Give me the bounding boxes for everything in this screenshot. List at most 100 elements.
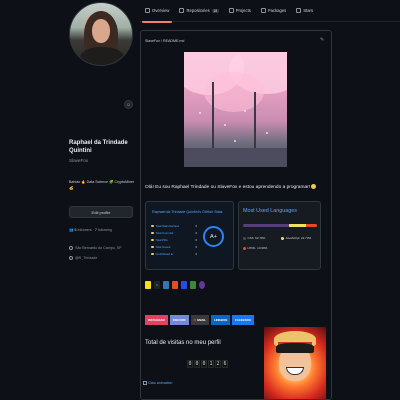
language-bar-segment <box>289 224 307 227</box>
twitter-row: @R_Trindade <box>69 256 97 260</box>
profile-name: Raphael da Trindade Quintini <box>69 140 128 154</box>
set-status-button[interactable]: ☺ <box>124 100 133 109</box>
counter-digit: 1 <box>208 360 214 368</box>
stat-row: Total PRs: 0 <box>151 238 197 242</box>
tab-stars[interactable]: Stars <box>291 0 318 22</box>
instagram-label: INSTAGRAM <box>148 318 165 322</box>
html-color-dot <box>243 246 246 250</box>
github-stats-card[interactable]: Raphael da Trindade Quintini's GitHub St… <box>145 201 234 270</box>
visits-heading: Total de visitas no meu perfil <box>145 340 221 346</box>
language-item: CSS 62.79% <box>243 236 265 240</box>
following-count[interactable]: 7 <box>95 228 97 232</box>
smiley-icon: ☺ <box>125 101 132 108</box>
location-row: São Bernardo do Campo, SP <box>69 246 122 250</box>
redux-icon <box>199 281 205 289</box>
language-bar-segment <box>306 224 317 227</box>
discord-badge[interactable]: DISCORD <box>169 315 189 325</box>
language-bar-segment <box>243 224 290 227</box>
stat-value: 0 <box>195 224 197 228</box>
language-percent: 62.79% <box>255 236 266 240</box>
react-icon: ⚛ <box>154 281 160 289</box>
waving-hand-icon <box>311 184 317 189</box>
repo-icon <box>179 8 185 13</box>
css-color-dot <box>243 236 246 240</box>
pencil-icon[interactable]: ✎ <box>320 38 325 43</box>
profile-tab-bar: Overview Repositories 18 Projects Packag… <box>140 0 400 23</box>
stat-row: Contributed to: 0 <box>151 252 197 256</box>
instagram-badge[interactable]: INSTAGRAM <box>145 315 168 325</box>
tab-repositories[interactable]: Repositories 18 <box>174 0 223 22</box>
readme-path[interactable]: SlaveFox / README.md <box>145 39 184 43</box>
clock-icon <box>151 231 154 235</box>
stat-label: Contributed to: <box>155 252 174 256</box>
pull-request-icon <box>151 238 154 242</box>
counter-digit: 2 <box>215 360 221 368</box>
gmail-badge[interactable]: M GMAIL <box>190 315 209 325</box>
tab-overview[interactable]: Overview <box>140 0 174 23</box>
broken-gif: Gato animation <box>143 381 172 385</box>
stat-value: 0 <box>195 245 197 249</box>
tech-icons-row: ⚛ <box>145 281 205 289</box>
tab-packages[interactable]: Packages <box>256 0 291 22</box>
stat-label: Total Issues: <box>155 245 172 249</box>
gmail-label: GMAIL <box>196 318 206 322</box>
star-icon <box>151 224 154 228</box>
counter-digit: 0 <box>194 360 200 368</box>
avatar[interactable] <box>69 2 133 66</box>
stats-title: Raphael da Trindade Quintini's GitHub St… <box>152 210 223 214</box>
language-name: HTML <box>247 246 256 250</box>
tab-packages-label: Packages <box>267 8 287 13</box>
luffy-anime-image <box>264 327 326 399</box>
location-pin-icon <box>69 246 73 250</box>
facebook-label: FACEBOOK <box>235 318 252 322</box>
following-label[interactable]: following <box>98 228 112 232</box>
language-item: JavaScript 22.73% <box>281 236 311 240</box>
profile-login: SlaveFox <box>69 158 89 163</box>
location-text: São Bernardo do Campo, SP <box>75 246 122 250</box>
counter-digit: 0 <box>187 360 193 368</box>
rank-grade: A+ <box>210 233 217 240</box>
profile-readme: SlaveFox / README.md ✎ Olá! Eu sou Rapha… <box>140 30 332 400</box>
stat-row: Total Commits: 0 <box>151 231 197 235</box>
html5-icon <box>172 281 178 289</box>
repo-icon <box>151 252 154 256</box>
language-percent: 13.99% <box>257 246 268 250</box>
stat-value: 0 <box>195 231 197 235</box>
twitter-link[interactable]: @R_Trindade <box>75 256 97 260</box>
tab-overview-label: Overview <box>152 8 170 13</box>
top-languages-card[interactable]: Most Used Languages CSS 62.79% JavaScrip… <box>238 201 321 270</box>
twitter-icon <box>69 256 73 260</box>
javascript-color-dot <box>281 236 284 240</box>
repositories-count: 18 <box>211 8 219 13</box>
facebook-badge[interactable]: FACEBOOK <box>232 315 255 325</box>
gmail-icon: M <box>193 318 196 322</box>
social-badges: INSTAGRAM DISCORD M GMAIL LINKEDIN FACEB… <box>145 315 255 325</box>
stat-row: Total Issues: 0 <box>151 245 197 249</box>
stat-label: Total Stars Earned: <box>155 224 180 228</box>
discord-label: DISCORD <box>172 318 186 322</box>
banner-image <box>184 52 287 167</box>
greeting-text: Olá! Eu sou Raphael Trindade ou SlaveFox… <box>145 184 311 190</box>
edit-profile-button[interactable]: Edit profile <box>69 206 133 218</box>
tab-repositories-label: Repositories <box>186 8 210 13</box>
tab-projects[interactable]: Projects <box>224 0 256 22</box>
stat-value: 0 <box>195 252 197 256</box>
nodejs-icon <box>190 281 196 289</box>
stat-label: Total Commits: <box>155 231 175 235</box>
counter-digit: 6 <box>222 360 228 368</box>
tab-stars-label: Stars <box>303 8 314 13</box>
profile-bio: Bahiáo 🔥 Data Science 🧩 CryptoMiner 💰 <box>69 180 135 190</box>
stat-row: Total Stars Earned: 0 <box>151 224 197 228</box>
followers-label[interactable]: followers <box>77 228 91 232</box>
visit-counter: 0 0 0 1 2 6 <box>187 360 228 368</box>
visits-title-text: Total de visitas no meu perfil <box>145 340 221 346</box>
linkedin-badge[interactable]: LINKEDIN <box>211 315 231 325</box>
follow-stats: 👥 6 followers · 7 following <box>69 228 112 232</box>
javascript-icon <box>145 281 151 289</box>
broken-image-icon <box>143 381 147 385</box>
language-name: JavaScript <box>285 236 300 240</box>
linkedin-label: LINKEDIN <box>214 318 228 322</box>
people-icon: 👥 <box>69 228 74 232</box>
tab-projects-label: Projects <box>235 8 251 13</box>
css3-icon <box>181 281 187 289</box>
